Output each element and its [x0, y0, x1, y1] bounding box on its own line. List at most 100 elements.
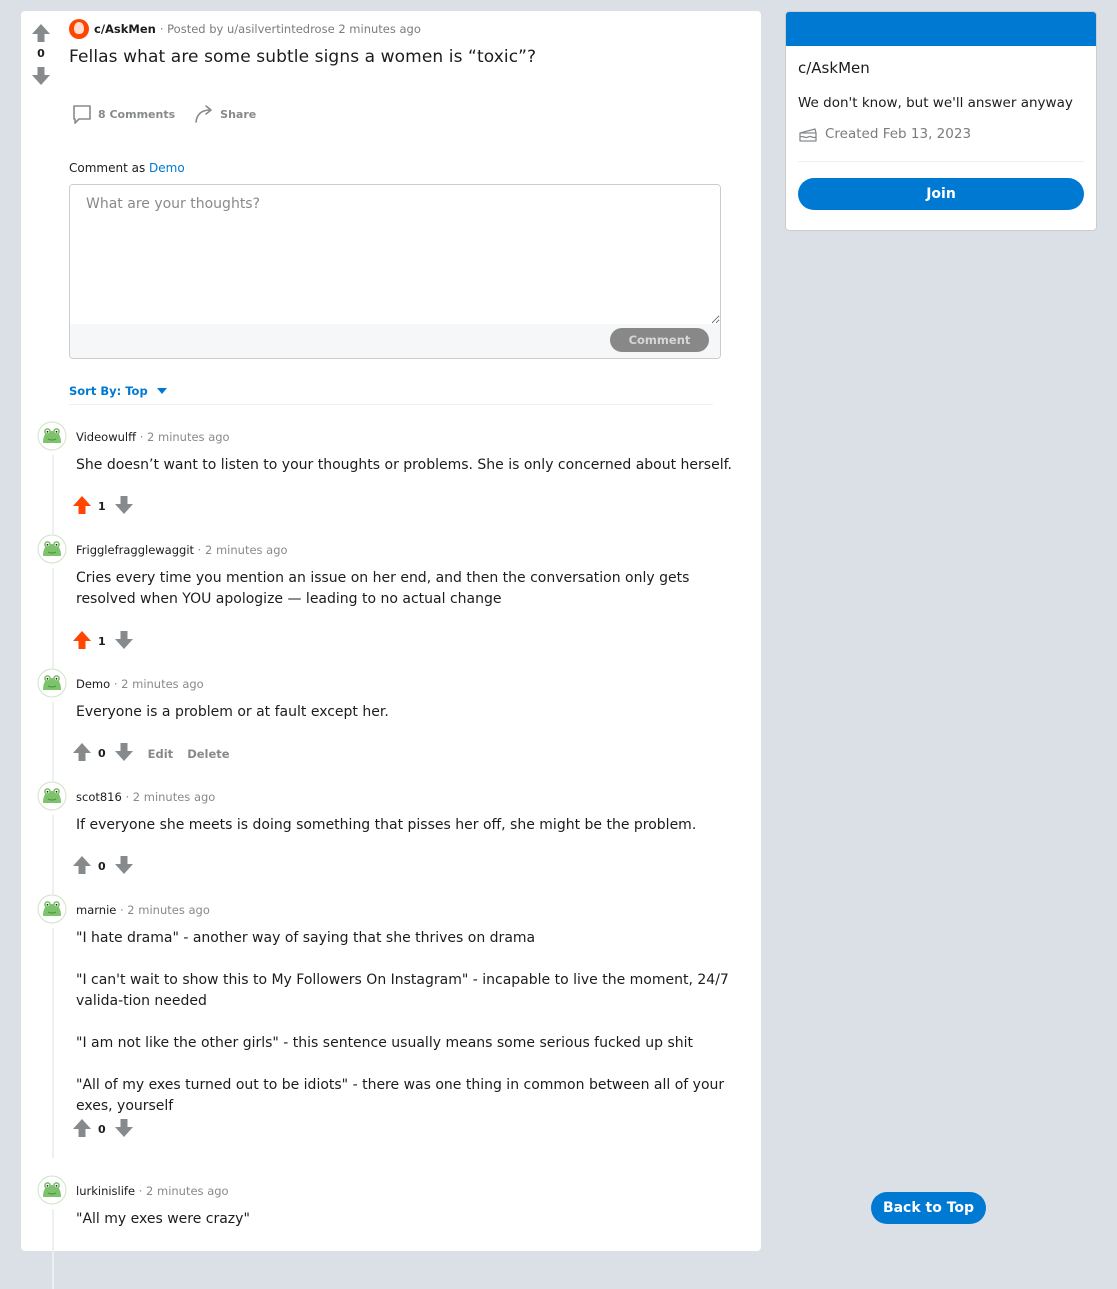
post-actions: 8 Comments Share [71, 103, 274, 125]
comment-paragraph: Everyone is a problem or at fault except… [76, 704, 389, 720]
comment-actions: 0 [72, 1118, 134, 1141]
sidebar-banner [786, 12, 1096, 46]
share-label: Share [220, 107, 257, 121]
sort-dropdown[interactable]: Sort By: Top [69, 384, 167, 398]
downvote-icon[interactable] [114, 630, 134, 653]
comment-body: Everyone is a problem or at fault except… [76, 702, 736, 723]
comments-count: 8 Comments [98, 107, 176, 121]
created-date: Created Feb 13, 2023 [825, 126, 972, 142]
downvote-icon[interactable] [114, 855, 134, 878]
comment-paragraph: "I can't wait to show this to My Followe… [76, 972, 729, 1009]
upvote-icon[interactable] [72, 855, 92, 878]
comment-author[interactable]: marnie [76, 903, 116, 917]
community-created: Created Feb 13, 2023 [798, 125, 971, 143]
share-arrow-icon [195, 105, 212, 123]
upvote-active-icon[interactable] [72, 630, 92, 653]
post-score: 0 [37, 47, 45, 60]
comment-composer: Comment [69, 184, 721, 359]
comment-body: If everyone she meets is doing something… [76, 815, 736, 836]
comment-as-user[interactable]: Demo [149, 161, 185, 175]
community-name[interactable]: c/AskMen [798, 59, 870, 77]
back-to-top-button[interactable]: Back to Top [871, 1192, 986, 1224]
avatar[interactable] [37, 421, 67, 451]
thread-line[interactable] [52, 1209, 54, 1289]
upvote-icon[interactable] [72, 742, 92, 765]
avatar[interactable] [37, 668, 67, 698]
comment-header: scot816 · 2 minutes ago [76, 790, 215, 804]
comment-header: Demo · 2 minutes ago [76, 677, 204, 691]
comment-time: · 2 minutes ago [116, 903, 210, 917]
subreddit-avatar-icon[interactable] [69, 19, 89, 39]
community-sidebar: c/AskMen We don't know, but we'll answer… [785, 11, 1097, 231]
comment-body: "All my exes were crazy" [76, 1209, 736, 1230]
comment-as-text: Comment as [69, 161, 146, 175]
downvote-icon[interactable] [31, 66, 51, 86]
avatar[interactable] [37, 781, 67, 811]
comments-button[interactable]: 8 Comments [71, 103, 175, 125]
comment-author[interactable]: Demo [76, 677, 110, 691]
delete-button[interactable]: Delete [187, 747, 229, 761]
cake-icon [799, 128, 817, 142]
join-button[interactable]: Join [798, 178, 1084, 210]
composer-toolbar: Comment [70, 324, 720, 358]
thread-line[interactable] [52, 928, 54, 1158]
comment-paragraph: She doesn’t want to listen to your thoug… [76, 457, 732, 473]
share-button[interactable]: Share [193, 103, 256, 125]
comment-paragraph: "All my exes were crazy" [76, 1211, 250, 1227]
comment-score: 0 [98, 1123, 106, 1136]
comment-author[interactable]: Frigglefragglewaggit [76, 543, 194, 557]
caret-down-icon [156, 388, 167, 394]
post-card: 0 c/AskMen · Posted by u/asilvertintedro… [21, 11, 761, 1289]
comment-author[interactable]: scot816 [76, 790, 122, 804]
comment-paragraph: "All of my exes turned out to be idiots"… [76, 1077, 725, 1114]
comment-bubble-icon [73, 105, 91, 124]
edit-button[interactable]: Edit [148, 747, 174, 761]
upvote-active-icon[interactable] [72, 495, 92, 518]
avatar[interactable] [37, 1175, 67, 1205]
comment-actions: 0 [72, 855, 134, 878]
comment-header: lurkinislife · 2 minutes ago [76, 1184, 229, 1198]
post-title: Fellas what are some subtle signs a wome… [69, 47, 537, 67]
comment-score: 0 [98, 747, 106, 760]
downvote-icon[interactable] [114, 742, 134, 765]
downvote-icon[interactable] [114, 1118, 134, 1141]
upvote-icon[interactable] [31, 23, 51, 43]
sort-divider [69, 404, 713, 405]
comment-time: · 2 minutes ago [135, 1184, 229, 1198]
post-meta: c/AskMen · Posted by u/asilvertintedrose… [69, 19, 421, 39]
comment-paragraph: Cries every time you mention an issue on… [76, 570, 690, 607]
community-description: We don't know, but we'll answer anyway [798, 95, 1073, 111]
comment-header: Frigglefragglewaggit · 2 minutes ago [76, 543, 288, 557]
comment-body: "I hate drama" - another way of saying t… [76, 928, 736, 1117]
comment-time: · 2 minutes ago [110, 677, 204, 691]
comment-score: 1 [98, 500, 106, 513]
thread-line[interactable] [52, 815, 54, 895]
posted-by: · Posted by u/asilvertintedrose 2 minute… [159, 22, 421, 36]
subreddit-link[interactable]: c/AskMen [94, 22, 156, 36]
comment-author[interactable]: lurkinislife [76, 1184, 135, 1198]
avatar[interactable] [37, 894, 67, 924]
avatar[interactable] [37, 534, 67, 564]
comment-paragraph: "I hate drama" - another way of saying t… [76, 930, 536, 946]
comment-paragraph: If everyone she meets is doing something… [76, 817, 697, 833]
comment-header: Videowulff · 2 minutes ago [76, 430, 230, 444]
submit-comment-button[interactable]: Comment [610, 328, 709, 352]
comment-score: 0 [98, 860, 106, 873]
comment-author[interactable]: Videowulff [76, 430, 136, 444]
sidebar-divider [798, 161, 1084, 162]
comment-paragraph: "I am not like the other girls" - this s… [76, 1035, 693, 1051]
comment-as-label: Comment as Demo [69, 161, 185, 175]
comment-textarea[interactable] [70, 185, 720, 324]
thread-line[interactable] [52, 455, 54, 535]
comment-body: Cries every time you mention an issue on… [76, 568, 736, 610]
post-vote-column: 0 [31, 23, 51, 86]
comment-actions: 1 [72, 495, 134, 518]
comment-actions: 1 [72, 630, 134, 653]
comment-body: She doesn’t want to listen to your thoug… [76, 455, 736, 476]
upvote-icon[interactable] [72, 1118, 92, 1141]
downvote-icon[interactable] [114, 495, 134, 518]
sort-label: Sort By: Top [69, 384, 148, 398]
thread-line[interactable] [52, 568, 54, 670]
comment-time: · 2 minutes ago [194, 543, 288, 557]
thread-line[interactable] [52, 702, 54, 782]
